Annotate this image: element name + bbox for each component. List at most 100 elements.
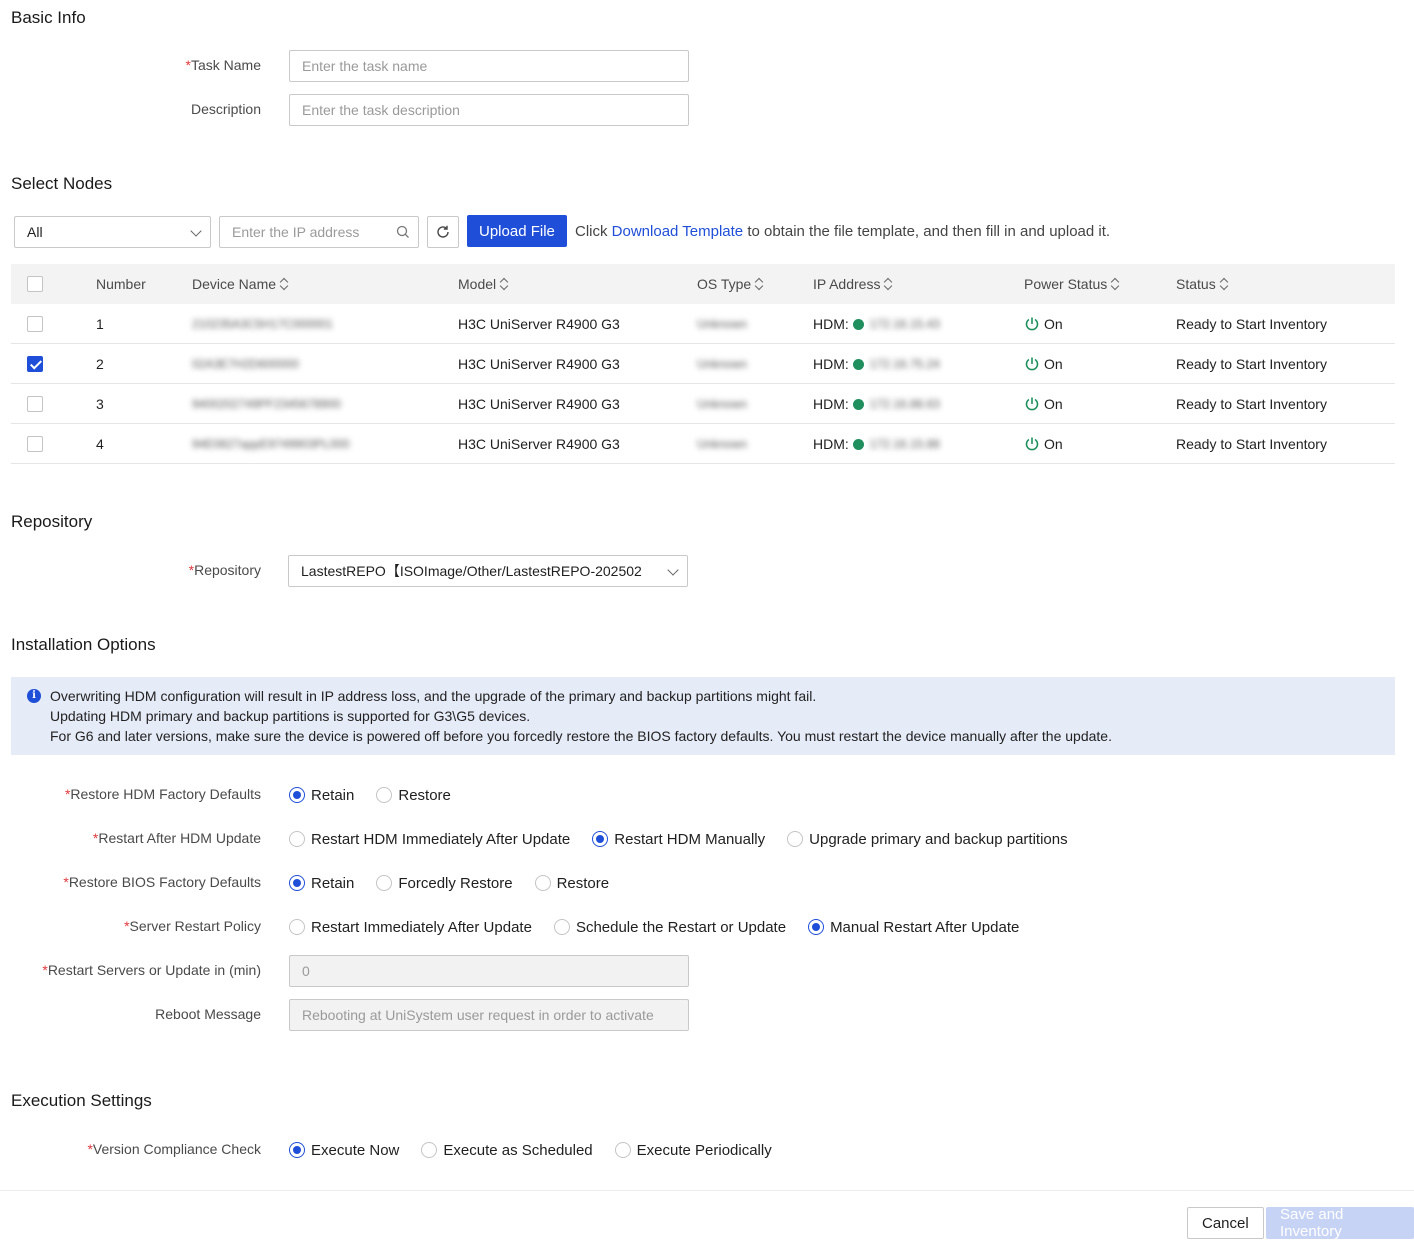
radio-option[interactable]: Forcedly Restore — [376, 875, 513, 892]
radio-button[interactable] — [289, 787, 305, 803]
row-model: H3C UniServer R4900 G3 — [458, 356, 620, 372]
radio-option[interactable]: Retain — [289, 787, 354, 804]
radio-button[interactable] — [592, 831, 609, 847]
row-checkbox[interactable] — [27, 316, 43, 332]
cancel-button[interactable]: Cancel — [1187, 1207, 1264, 1239]
radio-button[interactable] — [289, 1142, 305, 1158]
radio-option[interactable]: Execute Periodically — [614, 1141, 772, 1159]
repository-select[interactable]: LastestREPO【ISOImage/Other/LastestREPO-2… — [288, 555, 688, 587]
radio-button[interactable] — [289, 831, 305, 847]
sort-icon[interactable] — [755, 278, 763, 290]
footer-bar: Cancel Save and Inventory — [0, 1190, 1414, 1253]
col-status[interactable]: Status — [1176, 264, 1228, 304]
node-filter-value: All — [27, 224, 43, 240]
sort-icon[interactable] — [1220, 278, 1228, 290]
table-row[interactable]: 3 9400202749PF2345678900 H3C UniServer R49… — [11, 384, 1395, 424]
sort-icon[interactable] — [1111, 278, 1119, 290]
radio-option[interactable]: Manual Restart After Update — [808, 919, 1019, 936]
power-icon — [1025, 317, 1039, 331]
download-template-link[interactable]: Download Template — [612, 223, 743, 240]
row-device-name: 9400202749PF2345678900 — [192, 397, 341, 411]
sort-icon[interactable] — [884, 278, 892, 290]
radio-label: Manual Restart After Update — [830, 918, 1020, 936]
radio-option[interactable]: Restore — [534, 874, 610, 892]
row-checkbox[interactable] — [27, 396, 43, 412]
info-icon: i — [27, 689, 41, 703]
radio-button[interactable] — [289, 875, 305, 891]
refresh-button[interactable] — [427, 216, 459, 248]
sort-icon[interactable] — [280, 278, 288, 290]
description-label: Description — [190, 101, 261, 117]
row-model: H3C UniServer R4900 G3 — [458, 436, 620, 452]
radio-button[interactable] — [614, 1142, 631, 1158]
repository-value: LastestREPO【ISOImage/Other/LastestREPO-2… — [301, 563, 642, 579]
radio-option[interactable]: Restart HDM Immediately After Update — [289, 831, 570, 848]
radio-label: Execute Now — [311, 1141, 400, 1159]
radio-option[interactable]: Execute Now — [289, 1142, 399, 1159]
radio-button[interactable] — [376, 875, 393, 891]
upload-hint: Click Download Template to obtain the fi… — [575, 223, 1111, 240]
radio-label: Restart HDM Immediately After Update — [311, 830, 571, 848]
table-row[interactable]: 2 02A3E7H2D600000 H3C UniServer R4900 G3 Un… — [11, 344, 1395, 384]
search-icon[interactable] — [396, 225, 410, 239]
chevron-down-icon — [190, 225, 202, 237]
task-name-input[interactable] — [289, 50, 689, 82]
radio-option[interactable]: Execute as Scheduled — [421, 1142, 593, 1159]
row-ip-address: HDM: 172.16.88.63 — [813, 396, 940, 412]
radio-button[interactable] — [421, 1142, 438, 1158]
node-filter-select[interactable]: All — [14, 216, 211, 248]
radio-option[interactable]: Restart HDM Manually — [592, 831, 765, 848]
restore-bios-label: *Restore BIOS Factory Defaults — [63, 874, 261, 890]
radio-button[interactable] — [808, 919, 825, 935]
restart-min-input[interactable] — [289, 955, 689, 987]
radio-button[interactable] — [534, 875, 551, 891]
row-checkbox[interactable] — [27, 356, 43, 372]
radio-button[interactable] — [553, 919, 570, 935]
col-os-type[interactable]: OS Type — [697, 264, 763, 304]
row-model: H3C UniServer R4900 G3 — [458, 316, 620, 332]
radio-label: Retain — [311, 874, 355, 892]
row-checkbox-cell — [27, 304, 43, 344]
radio-button[interactable] — [289, 919, 305, 935]
table-row[interactable]: 1 210235A3C5H17C000001 H3C UniServer R4900… — [11, 304, 1395, 344]
select-all-checkbox-cell — [27, 264, 43, 304]
row-os-type: Unknown — [697, 317, 748, 331]
radio-button[interactable] — [376, 787, 393, 803]
col-ip-address[interactable]: IP Address — [813, 264, 892, 304]
radio-option[interactable]: Restart Immediately After Update — [289, 919, 532, 936]
row-model: H3C UniServer R4900 G3 — [458, 396, 620, 412]
col-device-name[interactable]: Device Name — [192, 264, 288, 304]
row-device-name: 02A3E7H2D600000 — [192, 357, 299, 371]
info-line: Overwriting HDM configuration will resul… — [50, 688, 817, 704]
radio-label: Execute Periodically — [636, 1141, 772, 1159]
row-ip-address: HDM: 172.16.15.43 — [813, 316, 940, 332]
ip-search-input[interactable] — [219, 216, 419, 248]
col-model[interactable]: Model — [458, 264, 508, 304]
upload-file-button[interactable]: Upload File — [467, 215, 567, 247]
radio-option[interactable]: Restore — [376, 787, 451, 804]
radio-label: Restart HDM Manually — [614, 830, 766, 848]
nodes-table: Number Device Name Model OS Type IP Addr… — [11, 264, 1395, 464]
table-row[interactable]: 4 94E0827appE9749903PL000 H3C UniServer R4… — [11, 424, 1395, 464]
col-power-status[interactable]: Power Status — [1024, 264, 1119, 304]
row-number: 4 — [96, 436, 104, 452]
select-all-checkbox[interactable] — [27, 276, 43, 292]
status-dot-icon — [852, 398, 864, 410]
row-checkbox-cell — [27, 344, 43, 384]
radio-label: Restore — [556, 874, 610, 892]
radio-button[interactable] — [787, 831, 804, 847]
ip-search — [219, 216, 419, 248]
sort-icon[interactable] — [500, 278, 508, 290]
basic-info-title: Basic Info — [11, 8, 86, 27]
radio-option[interactable]: Retain — [289, 875, 354, 892]
row-checkbox[interactable] — [27, 436, 43, 452]
power-icon — [1025, 357, 1039, 371]
installation-options-title: Installation Options — [11, 635, 156, 654]
restart-policy-label: *Server Restart Policy — [124, 918, 261, 934]
save-and-inventory-button[interactable]: Save and Inventory — [1266, 1206, 1414, 1240]
reboot-message-input[interactable] — [289, 999, 689, 1031]
radio-option[interactable]: Schedule the Restart or Update — [553, 919, 786, 936]
radio-option[interactable]: Upgrade primary and backup partitions — [787, 831, 1068, 848]
description-input[interactable] — [289, 94, 689, 126]
restart-min-label: *Restart Servers or Update in (min) — [42, 962, 261, 978]
